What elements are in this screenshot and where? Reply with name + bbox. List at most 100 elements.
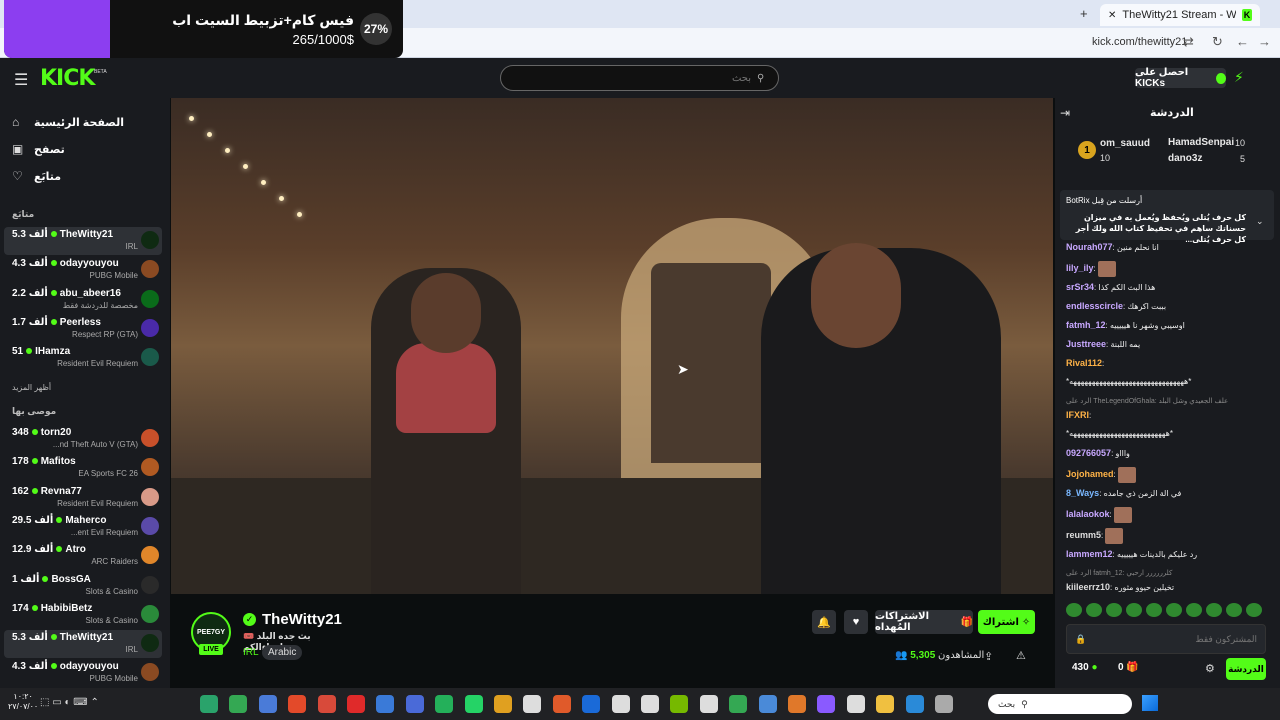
menu-icon[interactable]: ☰ [14, 70, 28, 90]
emote-icon[interactable] [1106, 603, 1122, 617]
category-link[interactable]: IRL [243, 647, 259, 658]
leaderboard-name[interactable]: om_sauud [1100, 138, 1150, 149]
site-settings-icon[interactable]: ⇄ [1183, 34, 1194, 50]
reload-icon[interactable]: ↻ [1212, 34, 1223, 50]
system-tray[interactable]: ⬚ ▭ ◐ ⌨ ⌃ [40, 697, 99, 708]
taskbar-app-icon[interactable] [523, 695, 542, 713]
emote-icon[interactable] [1166, 603, 1182, 617]
chat-username[interactable]: srSr34 [1066, 282, 1094, 292]
chat-username[interactable]: Justtreee [1066, 339, 1106, 349]
browser-tab[interactable]: ✕ TheWitty21 Stream - Watch K [1100, 4, 1260, 26]
emote-icon[interactable] [1206, 603, 1222, 617]
extension-icon[interactable]: ⚡ [1234, 69, 1244, 86]
taskbar-app-icon[interactable] [464, 695, 483, 713]
emote-icon[interactable] [1066, 603, 1082, 617]
taskbar-clock[interactable]: ١٠:٢٠ ٢٧/٠٧/٠٠ [8, 692, 38, 713]
taskbar-app-icon[interactable] [405, 695, 424, 713]
chat-username[interactable]: Jojohamed [1066, 469, 1114, 479]
chat-username[interactable]: endlesscircle [1066, 301, 1123, 311]
sidebar-channel[interactable]: 12.9 ألف Atro ARC Raiders [4, 542, 162, 570]
chat-username[interactable]: kiileerrz10 [1066, 582, 1110, 592]
gift-count[interactable]: 0 🎁 [1118, 662, 1139, 673]
show-more-link[interactable]: أظهر المزيد [12, 383, 51, 392]
kick-logo[interactable]: KICK [40, 66, 95, 91]
taskbar-app-icon[interactable] [758, 695, 777, 713]
emote-icon[interactable] [1126, 603, 1142, 617]
chat-username[interactable]: reumm5 [1066, 530, 1101, 540]
chat-send-button[interactable]: الدردشة [1226, 658, 1266, 680]
taskbar-app-icon[interactable] [582, 695, 601, 713]
chat-username[interactable]: lily_ily [1066, 263, 1094, 273]
taskbar-app-icon[interactable] [670, 695, 689, 713]
taskbar-app-icon[interactable] [729, 695, 748, 713]
language-tag[interactable]: Arabic [262, 645, 303, 660]
emote-icon[interactable] [1226, 603, 1242, 617]
chat-username[interactable]: 092766057 [1066, 448, 1111, 458]
taskbar-app-icon[interactable] [552, 695, 571, 713]
get-kicks-button[interactable]: احصل على KICKs [1135, 67, 1226, 89]
chat-settings-icon[interactable]: ⚙ [1205, 662, 1215, 675]
kicks-balance[interactable]: 430 ● [1072, 662, 1098, 673]
sidebar-channel[interactable]: 1.7 ألف Peerless Respect RP (GTA) [4, 315, 162, 343]
chat-username[interactable]: lammem12 [1066, 549, 1113, 559]
channel-name[interactable]: TheWitty21 [262, 611, 342, 628]
sidebar-nav-item[interactable]: ♡ متابَع [12, 166, 61, 186]
url-field[interactable]: kick.com/thewitty21 [1092, 36, 1187, 48]
taskbar-app-icon[interactable] [817, 695, 836, 713]
video-player[interactable]: ➤ [171, 98, 1053, 594]
taskbar-app-icon[interactable] [288, 695, 307, 713]
chat-username[interactable]: lalalaokok [1066, 509, 1110, 519]
taskbar-app-icon[interactable] [494, 695, 512, 713]
sidebar-channel[interactable]: 348 torn20 ...nd Theft Auto V (GTA) [4, 425, 162, 453]
taskbar-app-icon[interactable] [376, 695, 395, 713]
sidebar-channel[interactable]: 51 IHamza Resident Evil Requiem [4, 344, 162, 372]
chat-input[interactable] [1092, 634, 1257, 644]
sidebar-nav-item[interactable]: ▣ تصفح [12, 139, 65, 159]
taskbar-app-icon[interactable] [317, 695, 336, 713]
taskbar-app-icon[interactable] [611, 695, 630, 713]
taskbar-app-icon[interactable] [905, 695, 924, 713]
emote-icon[interactable] [1186, 603, 1202, 617]
forward-icon[interactable]: → [1258, 34, 1271, 49]
sidebar-channel[interactable]: 5.3 ألف TheWitty21 IRL [4, 630, 162, 659]
taskbar-search[interactable]: ⚲ بحث [988, 694, 1132, 714]
follow-heart-button[interactable]: ♥ [844, 610, 868, 634]
emote-icon[interactable] [1146, 603, 1162, 617]
sidebar-channel[interactable]: 29.5 ألف Maherco ...ent Evil Requiem [4, 513, 162, 541]
taskbar-app-icon[interactable] [699, 695, 718, 713]
taskbar-app-icon[interactable] [347, 695, 365, 713]
taskbar-app-icon[interactable] [435, 695, 454, 713]
leaderboard-name[interactable]: HamadSenpai [1168, 137, 1234, 148]
windows-start-icon[interactable] [1142, 695, 1158, 711]
close-tab-icon[interactable]: ✕ [1108, 10, 1116, 21]
taskbar-app-icon[interactable] [846, 695, 865, 713]
sidebar-channel[interactable]: 1 ألف BossGA Slots & Casino [4, 572, 162, 600]
gift-subs-button[interactable]: الاشتراكات المُهداه 🎁 [875, 610, 973, 634]
taskbar-app-icon[interactable] [935, 695, 953, 713]
chevron-down-icon[interactable]: ⌄ [1256, 216, 1264, 227]
search-input[interactable] [511, 72, 751, 84]
subscribe-button[interactable]: اشتراك ✧ [978, 610, 1035, 634]
taskbar-app-icon[interactable] [258, 695, 277, 713]
chat-username[interactable]: IFXRI [1066, 410, 1089, 420]
taskbar-app-icon[interactable] [788, 695, 806, 713]
search-box[interactable]: ⚲ [500, 65, 779, 91]
sidebar-channel[interactable]: 4.3 ألف odayyouyou PUBG Mobile [4, 256, 162, 284]
chat-input-box[interactable]: 🔒 [1066, 624, 1266, 654]
taskbar-app-icon[interactable] [229, 695, 248, 713]
report-icon[interactable]: ⚠ [1016, 649, 1026, 662]
sidebar-channel[interactable]: 178 Mafitos EA Sports FC 26 [4, 454, 162, 482]
chat-username[interactable]: fatmh_12 [1066, 320, 1106, 330]
leaderboard-name[interactable]: dano3z [1168, 153, 1202, 164]
new-tab-button[interactable]: + [1080, 6, 1088, 21]
back-icon[interactable]: ← [1236, 34, 1249, 49]
taskbar-app-icon[interactable] [641, 695, 659, 713]
share-icon[interactable]: ⇪ [984, 650, 993, 663]
taskbar-app-icon[interactable] [200, 695, 218, 713]
collapse-chat-icon[interactable]: ⇥ [1060, 106, 1070, 120]
taskbar-app-icon[interactable] [876, 695, 895, 713]
emote-icon[interactable] [1246, 603, 1262, 617]
sidebar-channel[interactable]: 5.3 ألف TheWitty21 IRL [4, 227, 162, 255]
chat-username[interactable]: Rival112 [1066, 358, 1102, 368]
notification-bell-button[interactable]: 🔔 [812, 610, 836, 634]
